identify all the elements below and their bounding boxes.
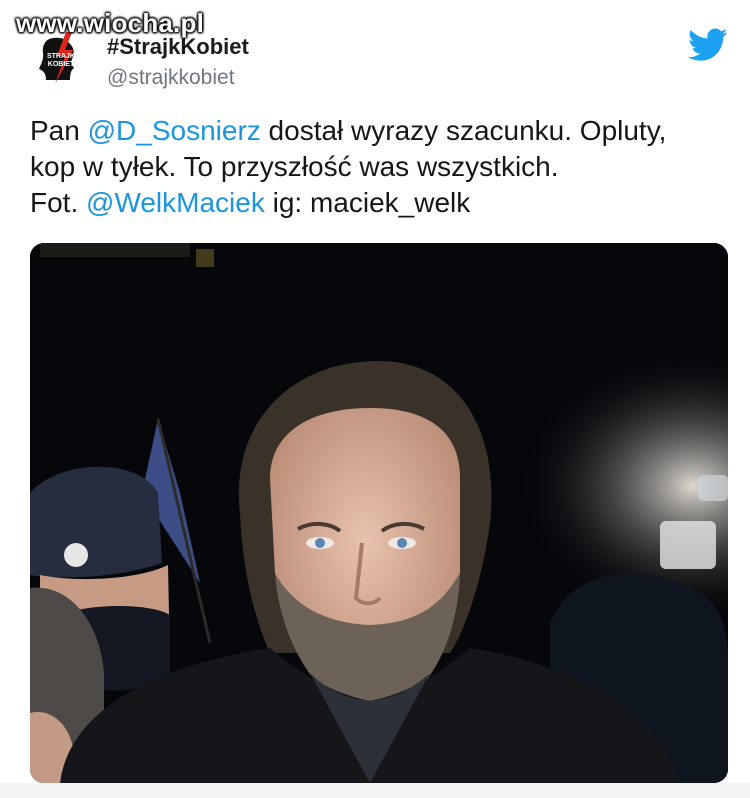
avatar-logo-text: STRAJK [47, 53, 75, 60]
watermark: www.wiocha.pl [16, 8, 204, 38]
mention-link-welkmaciek[interactable]: @WelkMaciek [86, 187, 265, 218]
tweet-text-segment: ig: maciek_welk [264, 187, 471, 218]
tweet-text: Pan @D_Sosnierz dostał wyrazy szacunku. … [30, 113, 730, 221]
tweet-card: www.wiocha.pl STRAJK KOBIET #StrajkKobie… [0, 0, 750, 798]
tweet-line-2: kop w tyłek. To przyszłość was wszystkic… [30, 151, 559, 182]
tweet-text-segment: Fot. [30, 187, 87, 218]
photo-image [30, 243, 728, 783]
tweet-line-3: Fot. @WelkMaciek ig: maciek_welk [30, 185, 730, 221]
tweet-line-1: Pan @D_Sosnierz dostał wyrazy szacunku. … [30, 113, 730, 149]
bottom-strip [0, 783, 750, 798]
author-handle[interactable]: @strajkkobiet [107, 66, 235, 90]
mention-link-d-sosnierz[interactable]: @D_Sosnierz [88, 115, 261, 146]
avatar-logo-text-2: KOBIET [48, 61, 75, 68]
tweet-text-segment: dostał wyrazy szacunku. Opluty, [260, 115, 667, 146]
tweet-photo[interactable] [30, 243, 728, 783]
tweet-text-segment: Pan [30, 115, 88, 146]
twitter-bird-icon[interactable] [688, 28, 728, 62]
